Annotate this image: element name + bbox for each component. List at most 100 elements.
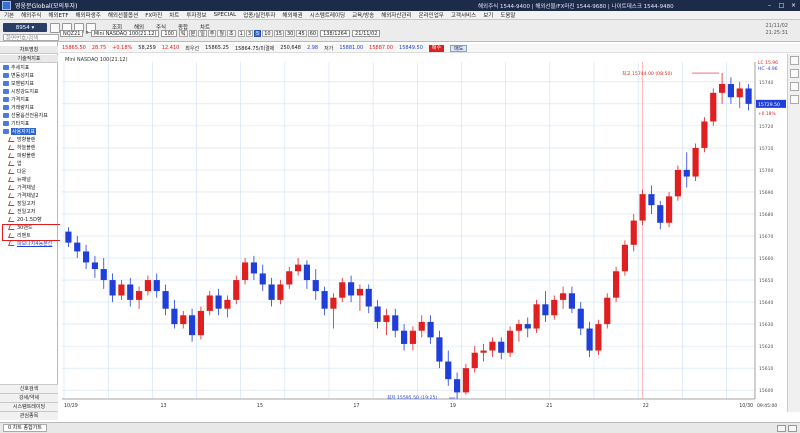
tree-indicator[interactable]: 업	[0, 159, 58, 167]
menu-item[interactable]: 업종/실전투자	[243, 11, 275, 19]
lock-icon[interactable]	[50, 23, 60, 33]
indicator-icon	[8, 136, 16, 142]
search-icon[interactable]: ⌕	[85, 29, 88, 37]
period-button[interactable]: 주	[207, 29, 217, 37]
menu-item[interactable]: FX마진	[145, 11, 162, 19]
tree-indicator[interactable]: 뉴채널	[0, 175, 58, 183]
menu-item[interactable]: 시스템트레이딩	[310, 11, 345, 19]
period-button[interactable]: 초	[227, 29, 236, 37]
buy-button[interactable]: 매수	[428, 44, 445, 52]
menu-item[interactable]: 차트	[169, 11, 179, 19]
zoom-out-icon[interactable]	[789, 69, 799, 78]
symbol-code-select[interactable]: NQZ21	[60, 29, 84, 37]
folder-icon	[3, 128, 9, 134]
menu-item[interactable]: 기본	[4, 11, 14, 19]
menu-item[interactable]: 도움말	[500, 11, 515, 19]
taskbar-prev-icon[interactable]	[777, 424, 786, 432]
legend-hc: HC -4.96	[758, 66, 778, 72]
panel-subheader[interactable]: 기술적지표	[0, 55, 58, 63]
period-button[interactable]: 틱	[178, 29, 188, 37]
tree-folder[interactable]: 거래량지표	[0, 103, 58, 111]
panel-bottom-tab[interactable]: 시스템트레이딩	[0, 402, 58, 411]
taskbar-tab[interactable]: 0 차트 종합가트	[3, 424, 47, 432]
candlestick-chart[interactable]: 15600 15610 15620 15630 15640 15650 15660 15670…	[60, 54, 787, 412]
indicator-icon	[8, 184, 16, 190]
minute-button[interactable]: 60	[307, 29, 319, 37]
menu-item[interactable]: 고객서비스	[451, 11, 476, 19]
tree-folder[interactable]: 사용자지표	[0, 127, 58, 135]
menu-item[interactable]: 보기	[483, 11, 493, 19]
candle-body	[303, 264, 311, 281]
taskbar-next-icon[interactable]	[788, 424, 797, 432]
minute-button[interactable]: 45	[296, 29, 307, 37]
y-tick-label: 15740	[759, 80, 773, 86]
period-button[interactable]: 월	[217, 29, 227, 37]
tree-folder[interactable]: 선물옵션전용지표	[0, 111, 58, 119]
panel-bottom-tab[interactable]: 강세/약세	[0, 393, 58, 402]
menu-item[interactable]: 해외파생주	[76, 11, 101, 19]
account-selector[interactable]: 8954 ▾	[3, 23, 47, 32]
minute-button[interactable]: 3	[245, 29, 253, 37]
period-button[interactable]: 분	[188, 29, 198, 37]
minute-button[interactable]: 15	[273, 29, 284, 37]
chart-area[interactable]: 15600 15610 15620 15630 15640 15650 15660 15670…	[60, 54, 800, 412]
tree-item-label: 방향블렌	[17, 136, 36, 143]
close-icon[interactable]: ×	[789, 1, 798, 9]
tree-indicator[interactable]: 파랑블렌	[0, 151, 58, 159]
menu-item[interactable]: 해외채권	[282, 11, 302, 19]
candle-body	[701, 121, 708, 148]
crosshair-icon[interactable]	[789, 82, 799, 91]
menu-item[interactable]: 투자정보	[186, 11, 206, 19]
candle-body	[542, 304, 549, 316]
minute-button[interactable]: 10	[262, 29, 273, 37]
tree-indicator[interactable]: 전일고저	[0, 207, 58, 215]
count-input[interactable]: 100	[161, 29, 177, 37]
x-tick-label: 22	[643, 403, 649, 409]
tree-indicator[interactable]: 장일고저	[0, 199, 58, 207]
candle-body	[91, 262, 99, 270]
menu-item[interactable]: 해외자산관리	[381, 11, 411, 19]
minute-button[interactable]: 1	[237, 29, 245, 37]
candle-body	[604, 297, 611, 325]
sell-button[interactable]: 매도	[450, 44, 468, 52]
minimize-icon[interactable]: –	[765, 1, 774, 9]
menu-item[interactable]: 온라인업무	[419, 11, 444, 19]
maximize-icon[interactable]: □	[777, 1, 786, 9]
screen-search-input[interactable]: 화면번호/검색	[3, 34, 59, 42]
tree-indicator[interactable]: 가격채널	[0, 183, 58, 191]
candle-body	[268, 284, 275, 300]
tree-item-label: 시장강도지표	[11, 88, 39, 95]
indicator-icon	[8, 240, 16, 246]
menu-item[interactable]: 해외주식	[21, 11, 41, 19]
tree-indicator[interactable]: 하늘블렌	[0, 143, 58, 151]
tree-indicator[interactable]: 다운	[0, 167, 58, 175]
indicator-icon	[8, 168, 16, 174]
tree-indicator[interactable]: 20-1.5D향	[0, 215, 58, 223]
tree-folder[interactable]: 추세지표	[0, 63, 58, 71]
menu-item[interactable]: SPECIAL	[214, 12, 237, 18]
panel-bottom-tab[interactable]: 관심종목	[0, 411, 58, 420]
tree-item-label: 가격채널	[17, 184, 36, 191]
tree-folder[interactable]: 변동성지표	[0, 71, 58, 79]
tree-folder[interactable]: 가격지표	[0, 95, 58, 103]
tree-folder[interactable]: 모멘텀지표	[0, 79, 58, 87]
chart-date-input[interactable]: 21/11/02	[352, 29, 381, 37]
trendline-icon[interactable]	[789, 95, 799, 104]
tree-indicator[interactable]: 가격채널2	[0, 191, 58, 199]
candle-body	[250, 262, 258, 274]
tree-folder[interactable]: 기타지표	[0, 119, 58, 127]
candle-body	[127, 284, 134, 300]
menu-item[interactable]: 해외선물옵션	[108, 11, 138, 19]
tree-item-label: 모멘텀지표	[11, 80, 35, 87]
minute-button[interactable]: 30	[284, 29, 296, 37]
tree-folder[interactable]: 시장강도지표	[0, 87, 58, 95]
menu-item[interactable]: 해외ETF	[48, 11, 68, 19]
tree-indicator[interactable]: 방향블렌	[0, 135, 58, 143]
menu-item[interactable]: 교육/방송	[352, 11, 374, 19]
period-button[interactable]: 일	[198, 29, 207, 37]
minute-button[interactable]: 5	[254, 29, 262, 37]
indicator-icon	[8, 216, 16, 222]
zoom-in-icon[interactable]	[789, 56, 799, 65]
panel-bottom-tab[interactable]: 신호검색	[0, 384, 58, 393]
tree-item-label: 뉴채널	[17, 176, 31, 183]
